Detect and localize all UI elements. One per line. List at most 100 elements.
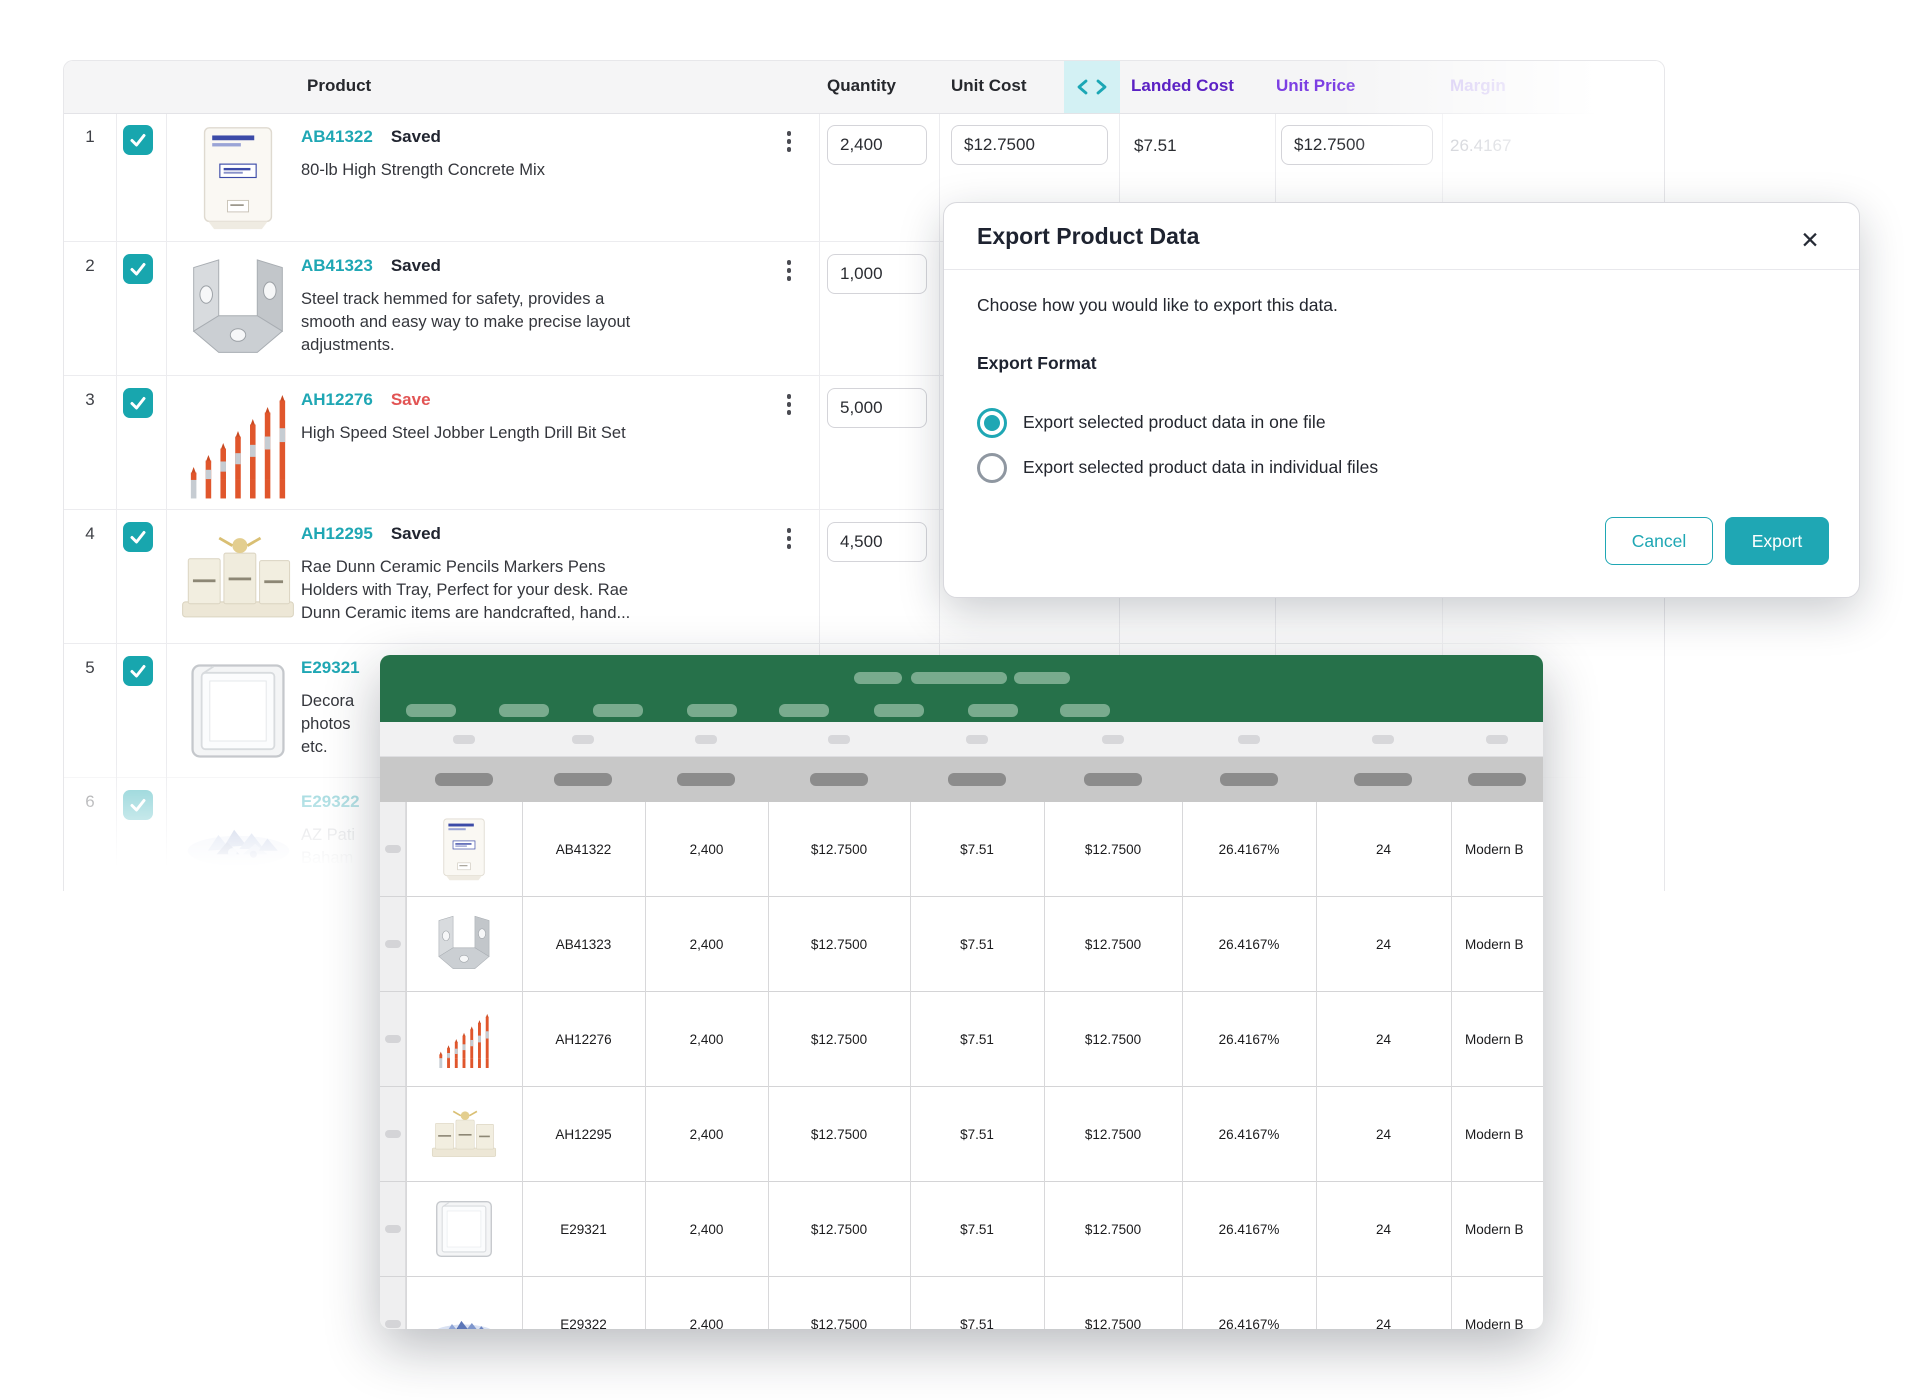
quantity-input[interactable] <box>827 125 927 165</box>
checkmark-icon <box>130 397 146 410</box>
row-menu-kebab-icon[interactable] <box>780 258 798 290</box>
product-code: AB41322 <box>301 127 373 146</box>
sheet-cell: AB41323 <box>555 936 612 952</box>
product-title: AH12295 Saved <box>301 524 441 544</box>
spreadsheet-preview: AB41322 2,400 $12.7500 $7.51 $12.7500 26… <box>380 655 1543 1329</box>
cancel-button[interactable]: Cancel <box>1605 517 1713 565</box>
sheet-cell: 24 <box>1375 1316 1392 1330</box>
placeholder-pill <box>572 735 594 744</box>
export-format-label: Export Format <box>977 353 1097 373</box>
sheet-cell: Modern B <box>1465 841 1524 857</box>
column-divider <box>1182 802 1183 1329</box>
placeholder-pill <box>453 735 475 744</box>
product-image-concrete-bag <box>177 119 299 235</box>
placeholder-pill <box>1468 773 1526 786</box>
sheet-cell: $7.51 <box>960 1221 994 1237</box>
radio-export-individual-files[interactable]: Export selected product data in individu… <box>977 452 1378 483</box>
row-checkbox[interactable] <box>123 125 153 155</box>
row-menu-kebab-icon[interactable] <box>780 392 798 424</box>
divider <box>944 269 1859 270</box>
placeholder-pill <box>779 704 829 717</box>
placeholder-pill <box>1486 735 1508 744</box>
column-divider <box>1316 802 1317 1329</box>
sheet-cell: Modern B <box>1465 1126 1524 1142</box>
sheet-cell: 26.4167% <box>1218 1316 1280 1330</box>
sheet-cell: 2,400 <box>689 841 724 857</box>
sheet-cell: 24 <box>1375 936 1392 952</box>
row-menu-kebab-icon[interactable] <box>780 526 798 558</box>
unit-cost-input[interactable] <box>951 125 1108 165</box>
placeholder-pill <box>1372 735 1394 744</box>
sheet-thumb-steel-bracket <box>406 897 522 991</box>
column-header-product: Product <box>307 76 372 95</box>
sheet-cell: $7.51 <box>960 841 994 857</box>
quantity-input[interactable] <box>827 388 927 428</box>
column-header-unit-cost: Unit Cost <box>951 76 1027 95</box>
sheet-cell: $12.7500 <box>810 1031 868 1047</box>
placeholder-pill <box>1014 672 1070 684</box>
sheet-cell: 24 <box>1375 1221 1392 1237</box>
sheet-cell: $7.51 <box>960 936 994 952</box>
sheet-cell: Modern B <box>1465 1031 1524 1047</box>
product-code: E29321 <box>301 658 360 677</box>
status-badge: Saved <box>390 524 441 543</box>
column-divider <box>406 802 407 1329</box>
close-icon[interactable]: ✕ <box>1794 224 1826 256</box>
product-title: AH12276 Save <box>301 390 431 410</box>
product-image-pencil-holders <box>177 516 299 638</box>
row-checkbox[interactable] <box>123 254 153 284</box>
product-code: AH12295 <box>301 524 373 543</box>
placeholder-pill <box>1238 735 1260 744</box>
radio-label: Export selected product data in individu… <box>1023 457 1379 477</box>
placeholder-pill <box>874 704 924 717</box>
placeholder-pill <box>435 773 493 786</box>
column-sort-toggle[interactable] <box>1064 61 1120 113</box>
placeholder-pill <box>1220 773 1278 786</box>
radio-export-one-file[interactable]: Export selected product data in one file <box>977 407 1326 438</box>
placeholder-pill <box>677 773 735 786</box>
sheet-cell: 24 <box>1375 1031 1392 1047</box>
placeholder-pill <box>911 672 1007 684</box>
sheet-cell: 2,400 <box>689 1031 724 1047</box>
sheet-row: AB41322 2,400 $12.7500 $7.51 $12.7500 26… <box>380 802 1543 897</box>
placeholder-pill <box>593 704 643 717</box>
placeholder-pill <box>695 735 717 744</box>
quantity-input[interactable] <box>827 522 927 562</box>
sheet-cell: 2,400 <box>689 1316 724 1330</box>
quantity-input[interactable] <box>827 254 927 294</box>
landed-cost-value: $7.51 <box>1134 136 1177 155</box>
sheet-cell: $12.7500 <box>810 1316 868 1330</box>
radio-label: Export selected product data in one file <box>1023 412 1326 432</box>
sheet-cell: 26.4167% <box>1218 1221 1280 1237</box>
sheet-cell: AB41322 <box>555 841 612 857</box>
sheet-row: AH12295 2,400 $12.7500 $7.51 $12.7500 26… <box>380 1087 1543 1182</box>
sheet-cell: $12.7500 <box>1084 1126 1142 1142</box>
product-title: E29321 <box>301 658 360 678</box>
checkmark-icon <box>130 134 146 147</box>
status-badge: Saved <box>390 127 441 146</box>
sheet-cell: Modern B <box>1465 936 1524 952</box>
row-menu-kebab-icon[interactable] <box>780 129 798 161</box>
sheet-cell: $12.7500 <box>810 936 868 952</box>
row-checkbox[interactable] <box>123 388 153 418</box>
placeholder-pill <box>499 704 549 717</box>
row-checkbox[interactable] <box>123 656 153 686</box>
sheet-cell: $7.51 <box>960 1316 994 1330</box>
product-description: 80-lb High Strength Concrete Mix <box>301 161 545 179</box>
sheet-cell: $12.7500 <box>1084 1031 1142 1047</box>
row-checkbox[interactable] <box>123 522 153 552</box>
placeholder-pill <box>828 735 850 744</box>
column-divider <box>645 802 646 1329</box>
placeholder-pill <box>554 773 612 786</box>
checkmark-icon <box>130 263 146 276</box>
sheet-row: E29321 2,400 $12.7500 $7.51 $12.7500 26.… <box>380 1182 1543 1277</box>
placeholder-pill <box>968 704 1018 717</box>
sheet-cell: Modern B <box>1465 1221 1524 1237</box>
product-title: AB41323 Saved <box>301 256 441 276</box>
spreadsheet-column-letters <box>380 722 1543 757</box>
sheet-cell: 2,400 <box>689 936 724 952</box>
product-image-drill-bits <box>177 382 299 504</box>
row-number: 5 <box>85 658 95 677</box>
export-button[interactable]: Export <box>1725 517 1829 565</box>
sheet-cell: 2,400 <box>689 1221 724 1237</box>
